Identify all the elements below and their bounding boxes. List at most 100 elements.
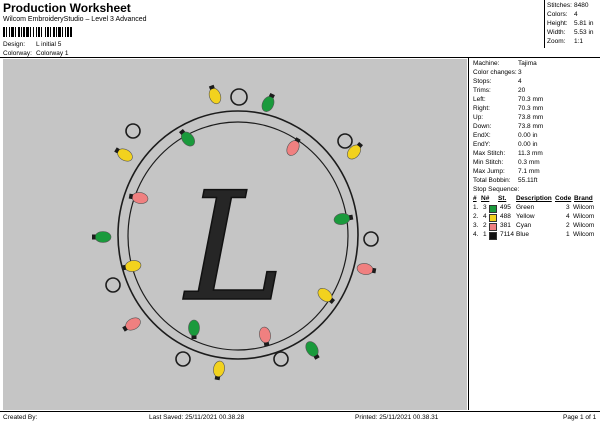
stop-col-index: #: [473, 195, 477, 202]
detail-value: 7.1 mm: [518, 168, 540, 175]
stop-index: 3.: [473, 222, 479, 229]
barcode-bar: [58, 27, 61, 37]
stop-brand: Wilcom: [573, 231, 595, 238]
stop-stitches: 495: [500, 204, 511, 211]
footer-printed: Printed: 25/11/2021 00.38.31: [355, 414, 439, 421]
stop-index: 4.: [473, 231, 479, 238]
barcode-bar: [15, 27, 16, 37]
stop-needle: 2: [483, 222, 487, 229]
initial-letter: L: [182, 161, 285, 335]
summary-value: 5.81 in: [574, 20, 594, 27]
barcode-bar: [3, 27, 5, 37]
barcode-bar: [36, 27, 37, 37]
bulb-yellow-icon: [347, 141, 363, 160]
stop-code: 3: [566, 204, 570, 211]
barcode: [3, 27, 72, 37]
stop-brand: Wilcom: [573, 222, 595, 229]
color-swatch: [489, 205, 497, 213]
detail-label: Right:: [473, 105, 490, 112]
bulb-pink-icon: [356, 263, 377, 275]
bulb-yellow-icon: [208, 84, 222, 105]
panel-divider: [468, 57, 469, 410]
bulb-green-icon: [261, 92, 275, 112]
stop-needle: 1: [483, 231, 487, 238]
stop-col-brand: Brand: [574, 195, 593, 202]
header-divider: [0, 57, 600, 58]
stop-code: 1: [566, 231, 570, 238]
barcode-bar: [67, 27, 69, 37]
bulb-yellow-icon: [317, 288, 336, 304]
detail-value: 70.3 mm: [518, 105, 544, 112]
color-swatch: [489, 223, 497, 231]
summary-label: Zoom:: [547, 38, 566, 45]
detail-value: 0.00 in: [518, 141, 538, 148]
bulb-yellow-icon: [114, 147, 133, 162]
page-title: Production Worksheet: [3, 1, 131, 15]
detail-value: 73.8 mm: [518, 123, 544, 130]
barcode-bar: [38, 27, 40, 37]
barcode-bar: [21, 27, 22, 37]
stop-description: Blue: [516, 231, 530, 238]
colorway-value: Colorway 1: [36, 50, 69, 57]
detail-label: Max Jump:: [473, 168, 505, 175]
detail-label: Max Stitch:: [473, 150, 506, 157]
summary-label: Stitches:: [547, 2, 572, 9]
stop-needle: 4: [483, 213, 487, 220]
detail-label: Up:: [473, 114, 484, 121]
stop-stitches: 381: [500, 222, 511, 229]
barcode-bar: [11, 27, 14, 37]
bulb-green-icon: [333, 213, 354, 225]
detail-label: Down:: [473, 123, 492, 130]
stop-stitches: 488: [500, 213, 511, 220]
footer-divider: [0, 411, 600, 412]
barcode-bar: [26, 27, 29, 37]
detail-label: EndX:: [473, 132, 491, 139]
stop-description: Cyan: [516, 222, 532, 229]
stop-brand: Wilcom: [573, 204, 595, 211]
software-name: Wilcom EmbroideryStudio – Level 3 Advanc…: [3, 16, 147, 23]
bulb-yellow-icon: [121, 260, 142, 272]
bulb-green-icon: [179, 128, 195, 147]
summary-label: Height:: [547, 20, 568, 27]
design-preview: L: [3, 59, 467, 410]
barcode-bar: [45, 27, 46, 37]
stop-col-description: Description: [516, 195, 552, 202]
footer-created-by: Created By:: [3, 414, 38, 421]
barcode-bar: [23, 27, 25, 37]
detail-value: 11.3 mm: [518, 150, 543, 157]
barcode-bar: [62, 27, 63, 37]
summary-box: Stitches: 8480 Colors: 4 Height: 5.81 in Wi…: [545, 2, 599, 47]
bulb-pink-icon: [128, 192, 149, 204]
stop-sequence-title: Stop Sequence:: [473, 186, 520, 193]
color-swatch: [489, 232, 497, 240]
barcode-bar: [47, 27, 49, 37]
summary-value: 4: [574, 11, 578, 18]
stop-index: 2.: [473, 213, 479, 220]
bulb-yellow-icon: [213, 360, 225, 381]
detail-value: 20: [518, 87, 526, 94]
barcode-bar: [41, 27, 42, 37]
stop-col-stitches: St.: [498, 195, 507, 202]
detail-label: Stops:: [473, 78, 492, 85]
stop-needle: 3: [483, 204, 487, 211]
barcode-bar: [56, 27, 57, 37]
color-swatch: [489, 214, 497, 222]
bulb-pink-icon: [286, 137, 301, 156]
bulb-pink-icon: [122, 317, 141, 332]
stop-col-code: Code: [555, 195, 572, 202]
detail-label: Machine:: [473, 60, 500, 67]
detail-label: Min Stitch:: [473, 159, 504, 166]
detail-label: Total Bobbin:: [473, 177, 511, 184]
stop-brand: Wilcom: [573, 213, 595, 220]
barcode-bar: [6, 27, 7, 37]
barcode-bar: [30, 27, 31, 37]
detail-label: EndY:: [473, 141, 491, 148]
summary-label: Colors:: [547, 11, 568, 18]
detail-value: Tajima: [518, 60, 537, 67]
barcode-bar: [65, 27, 66, 37]
detail-label: Color changes:: [473, 69, 517, 76]
footer-page: Page 1 of 1: [563, 414, 597, 421]
detail-value: 0.00 in: [518, 132, 538, 139]
detail-value: 70.3 mm: [518, 96, 544, 103]
detail-value: 55.11ft: [518, 177, 538, 184]
